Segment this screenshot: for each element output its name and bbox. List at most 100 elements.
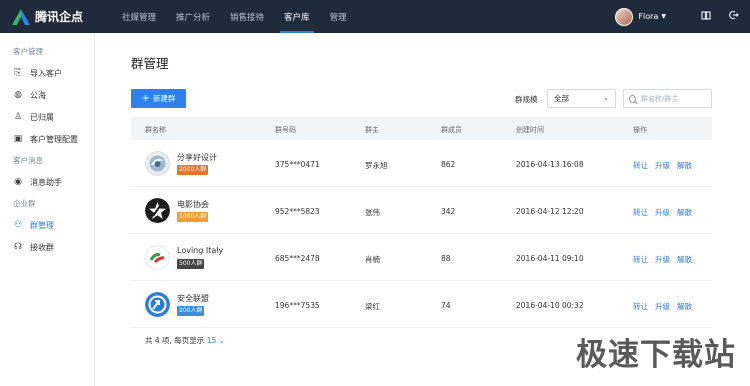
- username[interactable]: Flora: [638, 12, 658, 21]
- sidebar-item-receive-group[interactable]: ☊ 接收群: [0, 236, 94, 258]
- search-box[interactable]: [623, 89, 712, 108]
- group-owner: 罗永旭: [365, 161, 388, 170]
- upgrade-link[interactable]: 升级: [655, 301, 670, 312]
- group-name[interactable]: Loving Italy: [177, 246, 223, 255]
- group-size-select[interactable]: 全部 ⌄: [547, 89, 616, 108]
- transfer-link[interactable]: 转让: [633, 301, 648, 312]
- group-owner: 张伟: [365, 208, 380, 217]
- nav-sales-reception[interactable]: 销售接待: [220, 0, 274, 33]
- group-created: 2016-04-12 12:20: [516, 207, 584, 216]
- group-number: 196***7535: [275, 301, 320, 310]
- chevron-down-icon: ⌄: [218, 336, 225, 345]
- top-navigation-bar: 腾讯企点 社媒管理 推广分析 销售接待 客户库 管理 Flora ▼: [0, 0, 750, 33]
- group-size-badge: 500人群: [177, 259, 205, 269]
- user-icon: ♙: [13, 112, 23, 122]
- brand-logo[interactable]: 腾讯企点: [12, 8, 92, 25]
- dissolve-link[interactable]: 解散: [677, 254, 692, 265]
- dissolve-link[interactable]: 解散: [677, 160, 692, 171]
- group-size-badge: 200人群: [177, 306, 205, 316]
- sidebar-item-group-management[interactable]: ⚇ 群管理: [0, 214, 94, 236]
- new-group-button[interactable]: + 新建群: [131, 89, 186, 108]
- table-header: 群名称 群号码 群主 群成员 创建时间 操作: [131, 117, 712, 140]
- column-header-number: 群号码: [275, 126, 296, 134]
- logo-icon: [12, 8, 30, 25]
- upgrade-link[interactable]: 升级: [655, 254, 670, 265]
- group-size-badge: 2000人群: [177, 165, 209, 175]
- dissolve-link[interactable]: 解散: [677, 301, 692, 312]
- sidebar-item-label: 接收群: [30, 242, 54, 252]
- group-members: 88: [441, 254, 451, 263]
- search-input[interactable]: [641, 94, 711, 103]
- upgrade-link[interactable]: 升级: [655, 160, 670, 171]
- group-number: 952***5823: [275, 207, 320, 216]
- page-size-select[interactable]: 15 ⌄: [207, 336, 225, 345]
- security-logo-icon: [145, 292, 170, 317]
- sidebar-group-title: 企业群: [13, 199, 36, 208]
- transfer-link[interactable]: 转让: [633, 207, 648, 218]
- plus-icon: +: [141, 92, 150, 104]
- chevron-down-icon: ⌄: [603, 94, 609, 102]
- group-members: 342: [441, 207, 456, 216]
- nav-social-media[interactable]: 社媒管理: [112, 0, 166, 33]
- group-members: 74: [441, 301, 451, 310]
- group-owner: 肖楠: [365, 255, 380, 264]
- sidebar-item-label: 公海: [30, 90, 46, 100]
- nav-customer-library[interactable]: 客户库: [274, 0, 320, 33]
- sidebar-item-assigned[interactable]: ♙ 已归属: [0, 106, 94, 128]
- pagination-summary: 共 4 项, 每页显示: [145, 336, 205, 345]
- column-header-created: 创建时间: [516, 126, 544, 134]
- avatar[interactable]: [615, 7, 634, 26]
- movie-logo-icon: [145, 198, 170, 223]
- book-icon[interactable]: [700, 10, 712, 23]
- group-number: 685***2478: [275, 254, 320, 263]
- table-row: 分享好设计 2000人群 375***0471 罗永旭 862 2016-04-…: [131, 140, 712, 187]
- sidebar-group-title: 客户管理: [13, 47, 43, 56]
- watermark: 极速下载站: [576, 337, 736, 373]
- column-header-members: 群成员: [441, 126, 462, 134]
- column-header-owner: 群主: [365, 126, 379, 134]
- group-name[interactable]: 安全联盟: [177, 293, 209, 304]
- nav-management[interactable]: 管理: [320, 0, 357, 33]
- brand-name: 腾讯企点: [35, 10, 84, 24]
- design-logo-icon: [145, 151, 170, 176]
- group-members: 862: [441, 160, 456, 169]
- sidebar-item-config[interactable]: ▣ 客户管理配置: [0, 128, 94, 150]
- user-area: Flora ▼: [615, 0, 740, 33]
- sidebar-item-import[interactable]: ⎘ 导入客户: [0, 62, 94, 84]
- nav-promotion-analysis[interactable]: 推广分析: [166, 0, 220, 33]
- search-icon: [629, 94, 636, 103]
- import-icon: ⎘: [14, 68, 22, 78]
- italy-logo-icon: [145, 245, 170, 270]
- page-size-value: 15: [206, 336, 217, 345]
- logout-icon[interactable]: [728, 10, 740, 23]
- sidebar-item-public-pool[interactable]: ◍ 公海: [0, 84, 94, 106]
- table-row: Loving Italy 500人群 685***2478 肖楠 88 2016…: [131, 234, 712, 281]
- chevron-down-icon[interactable]: ▼: [661, 13, 666, 20]
- table-row: 安全联盟 200人群 196***7535 梁红 74 2016-04-10 0…: [131, 281, 712, 328]
- sidebar-item-label: 消息助手: [30, 177, 62, 187]
- sidebar-item-label: 已归属: [30, 112, 54, 122]
- headset-icon: ☊: [14, 242, 22, 252]
- upgrade-link[interactable]: 升级: [655, 207, 670, 218]
- page-title: 群管理: [131, 56, 169, 71]
- transfer-link[interactable]: 转让: [633, 254, 648, 265]
- sidebar-item-label: 群管理: [30, 220, 54, 230]
- new-group-button-label: 新建群: [152, 94, 176, 103]
- group-name[interactable]: 电影协会: [177, 199, 209, 210]
- pagination: 共 4 项, 每页显示 15 ⌄: [145, 335, 225, 346]
- group-owner: 梁红: [365, 302, 380, 311]
- group-created: 2016-04-13 16:08: [516, 160, 584, 169]
- column-header-actions: 操作: [633, 126, 647, 134]
- group-size-label: 群规模: [515, 95, 538, 104]
- transfer-link[interactable]: 转让: [633, 160, 648, 171]
- group-created: 2016-04-10 00:32: [516, 301, 584, 310]
- main-nav: 社媒管理 推广分析 销售接待 客户库 管理: [112, 0, 357, 33]
- group-name[interactable]: 分享好设计: [177, 152, 217, 163]
- sidebar-item-label: 客户管理配置: [30, 134, 78, 144]
- target-icon: ◉: [14, 177, 22, 187]
- group-icon: ⚇: [13, 220, 23, 230]
- table-row: 电影协会 1000人群 952***5823 张伟 342 2016-04-12…: [131, 187, 712, 234]
- sidebar-item-message-assistant[interactable]: ◉ 消息助手: [0, 171, 94, 193]
- dissolve-link[interactable]: 解散: [677, 207, 692, 218]
- group-created: 2016-04-11 09:10: [516, 254, 584, 263]
